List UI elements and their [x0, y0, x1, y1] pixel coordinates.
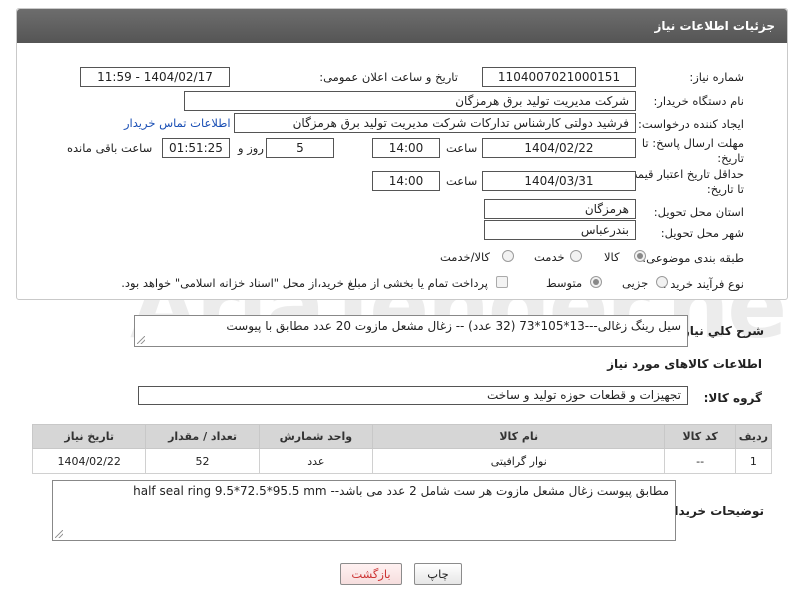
cell-name: نوار گرافیتی — [372, 448, 666, 474]
need-number-label: شماره نیاز: — [689, 70, 744, 84]
category-option-goods-service: کالا/خدمت — [440, 250, 491, 264]
price-validity-date-field: 1404/03/31 — [482, 171, 636, 191]
cell-code: -- — [664, 448, 736, 474]
print-button[interactable]: چاپ — [414, 563, 462, 585]
process-type-label: نوع فرآیند خرید : — [662, 277, 744, 291]
back-button[interactable]: بازگشت — [340, 563, 402, 585]
deadline-label: مهلت ارسال پاسخ: تا — [641, 136, 744, 150]
city-field: بندرعباس — [484, 220, 636, 240]
category-label: طبقه بندی موضوعی: — [642, 251, 744, 265]
province-label: استان محل تحویل: — [653, 205, 744, 219]
remaining-time-label: ساعت باقی مانده — [67, 141, 153, 155]
treasury-payment-note: پرداخت تمام یا بخشی از مبلغ خرید،از محل … — [121, 276, 488, 290]
goods-group-label: گروه کالا: — [703, 391, 762, 405]
category-option-service: خدمت — [534, 250, 565, 264]
deadline-time-field: 14:00 — [372, 138, 440, 158]
buyer-contact-link[interactable]: اطلاعات تماس خریدار — [124, 116, 231, 130]
description-text: سیل رینگ زغالی---13*105*73 (32 عدد) -- ز… — [226, 319, 681, 333]
announce-date-label: تاریخ و ساعت اعلان عمومی: — [319, 70, 458, 84]
description-label: شرح کلي نياز: — [678, 324, 764, 338]
col-row: ردیف — [734, 424, 773, 449]
process-option-medium: متوسط — [546, 276, 583, 290]
description-textarea[interactable]: سیل رینگ زغالی---13*105*73 (32 عدد) -- ز… — [134, 315, 688, 347]
buyer-notes-label: توضیحات خریدار: — [662, 504, 764, 518]
col-code: کد کالا — [664, 424, 736, 449]
col-name: نام کالا — [372, 424, 666, 449]
textarea-resize-handle[interactable] — [55, 530, 63, 538]
remaining-time-field: 01:51:25 — [162, 138, 230, 158]
textarea-resize-handle[interactable] — [137, 336, 145, 344]
buyer-org-field: شرکت مدیریت تولید برق هرمزگان — [184, 91, 636, 111]
category-radio-goods[interactable] — [634, 250, 646, 262]
table-row[interactable]: 1 -- نوار گرافیتی عدد 52 1404/02/22 — [31, 448, 773, 474]
buyer-notes-text: مطابق پیوست زغال مشعل مازوت هر ست شامل 2… — [133, 484, 669, 498]
process-radio-minor[interactable] — [656, 276, 668, 288]
col-unit: واحد شمارش — [258, 424, 374, 449]
treasury-payment-checkbox[interactable] — [496, 276, 508, 288]
panel-header-title: جزئیات اطلاعات نیاز — [17, 9, 787, 43]
category-radio-goods-service[interactable] — [502, 250, 514, 262]
category-option-goods: کالا — [604, 250, 620, 264]
process-radio-medium[interactable] — [590, 276, 602, 288]
goods-table: ردیف کد کالا نام کالا واحد شمارش تعداد /… — [31, 424, 773, 474]
deadline-date-field: 1404/02/22 — [482, 138, 636, 158]
price-validity-label-date: تا تاریخ: — [706, 182, 744, 196]
cell-unit: عدد — [258, 448, 374, 474]
price-validity-time-label: ساعت — [446, 174, 478, 188]
goods-table-header: ردیف کد کالا نام کالا واحد شمارش تعداد /… — [31, 424, 773, 449]
days-remaining-field: 5 — [266, 138, 334, 158]
cell-qty: 52 — [145, 448, 260, 474]
price-validity-time-field: 14:00 — [372, 171, 440, 191]
cell-date: 1404/02/22 — [31, 448, 147, 474]
creator-field: فرشید دولتی کارشناس تدارکات شرکت مدیریت … — [234, 113, 636, 133]
deadline-time-label: ساعت — [446, 141, 478, 155]
city-label: شهر محل تحویل: — [660, 226, 744, 240]
deadline-label-date: تاریخ: — [717, 151, 744, 165]
province-field: هرمزگان — [484, 199, 636, 219]
cell-row: 1 — [734, 448, 773, 474]
category-radio-service[interactable] — [570, 250, 582, 262]
need-number-field: 1104007021000151 — [482, 67, 636, 87]
goods-group-field: تجهیزات و قطعات حوزه تولید و ساخت — [138, 386, 688, 405]
col-date: تاریخ نیاز — [31, 424, 147, 449]
buyer-org-label: نام دستگاه خریدار: — [653, 94, 744, 108]
goods-section-title: اطلاعات کالاهای مورد نیاز — [607, 357, 762, 371]
announce-date-field: 1404/02/17 - 11:59 — [80, 67, 230, 87]
price-validity-label: حداقل تاریخ اعتبار قیمت: — [622, 167, 744, 181]
creator-label: ایجاد کننده درخواست: — [638, 117, 744, 131]
buyer-notes-textarea[interactable]: مطابق پیوست زغال مشعل مازوت هر ست شامل 2… — [52, 480, 676, 541]
days-label: روز و — [238, 141, 264, 155]
col-qty: تعداد / مقدار — [145, 424, 260, 449]
process-option-minor: جزیی — [622, 276, 649, 290]
